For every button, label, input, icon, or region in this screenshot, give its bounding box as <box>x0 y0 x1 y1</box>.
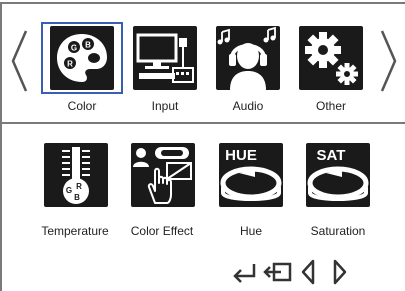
thermometer-rgb-icon: G R B <box>44 143 108 207</box>
palette-label-r: R <box>67 60 73 69</box>
hue-icon: HUE <box>219 143 283 207</box>
color-effect-hand-icon <box>131 143 195 207</box>
right-icon[interactable] <box>328 256 350 291</box>
scroll-left-arrow[interactable] <box>9 28 31 94</box>
gears-icon <box>299 26 363 90</box>
headphones-icon <box>216 26 280 90</box>
computer-input-icon <box>133 26 197 90</box>
palette-label-b: B <box>85 41 91 50</box>
thermometer-label-g: G <box>66 186 72 195</box>
exit-icon[interactable] <box>263 256 293 291</box>
section-divider <box>0 122 405 124</box>
thermometer-label-r: R <box>76 182 82 191</box>
enter-icon[interactable] <box>230 256 260 291</box>
top-border <box>0 2 405 4</box>
left-icon[interactable] <box>298 256 320 291</box>
thermometer-label-b: B <box>74 193 80 202</box>
submenu-item-saturation-label: Saturation <box>310 224 366 238</box>
left-border <box>0 2 2 291</box>
scroll-right-arrow[interactable] <box>377 28 399 94</box>
palette-label-g: G <box>71 44 77 53</box>
menu-item-other-label: Other <box>315 99 346 113</box>
saturation-icon: SAT <box>306 143 370 207</box>
hue-icon-text: HUE <box>225 147 257 164</box>
sat-icon-text: SAT <box>317 147 346 164</box>
bottom-controls <box>230 256 360 288</box>
palette-icon: G B R <box>50 26 114 90</box>
